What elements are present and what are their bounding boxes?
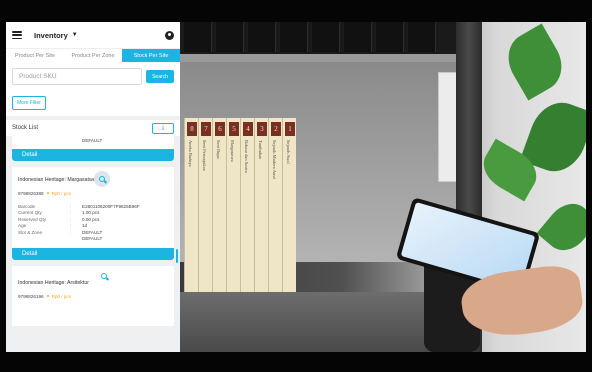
book-spine: 1 Sejarah Awal [282, 118, 296, 298]
kv-value: DEFAULT [82, 236, 103, 241]
book-number: 1 [285, 122, 295, 136]
book-spine: 5 Margasatwa [226, 118, 240, 298]
search-icon[interactable] [96, 268, 112, 284]
video-frame: Inventory ▼ Product Per Site Product Per… [0, 0, 592, 372]
book-title: Seni Rupa [216, 140, 221, 159]
tab-product-per-site[interactable]: Product Per Site [6, 49, 64, 62]
chevron-down-icon[interactable]: ▼ [72, 32, 78, 38]
search-row: Product SKU Search [6, 62, 180, 85]
kv-label [18, 236, 70, 243]
book-number: 3 [257, 122, 267, 136]
stock-card: DEFAULT Detail [12, 136, 174, 161]
tab-product-per-zone[interactable]: Product Per Zone [64, 49, 122, 62]
tab-stock-per-site[interactable]: Stock Per Site [122, 49, 180, 62]
book-spine: 8 Aneka Budaya [184, 118, 198, 298]
kv-row: DEFAULT [12, 236, 174, 243]
sku-price: 9798826196 Rp0 / pcs [12, 294, 174, 299]
book-spine: 2 Sejarah Modern Awal [268, 118, 282, 298]
top-shelf [180, 22, 480, 54]
stock-list-title: Stock List [12, 125, 39, 131]
download-icon[interactable]: ⤓ [152, 122, 174, 134]
more-filter-button[interactable]: More Filter [12, 96, 46, 110]
product-sku-input[interactable]: Product SKU [12, 68, 142, 85]
book-spine: 3 Tumbuhan [254, 118, 268, 298]
book-spine: 4 Bahasa dan Sastra [240, 118, 254, 298]
book-title: Sejarah Modern Awal [272, 140, 277, 180]
book-title: Margasatwa [230, 140, 235, 162]
book-number: 4 [243, 122, 253, 136]
app-title[interactable]: Inventory [34, 31, 68, 40]
book-title: Tumbuhan [258, 140, 263, 160]
dot-icon [46, 192, 49, 194]
search-button[interactable]: Search [146, 70, 174, 83]
book-number: 5 [229, 122, 239, 136]
book-title: Bahasa dan Sastra [244, 140, 249, 173]
stock-list-header: Stock List ⤓ [6, 120, 180, 136]
inventory-app: Inventory ▼ Product Per Site Product Per… [6, 22, 180, 352]
book-number: 8 [187, 122, 197, 136]
book-number: 6 [215, 122, 225, 136]
shelf-board [180, 54, 480, 62]
tab-bar: Product Per Site Product Per Zone Stock … [6, 48, 180, 62]
menu-icon[interactable] [12, 31, 22, 39]
kv-row: DEFAULT [12, 138, 174, 145]
book-number: 2 [271, 122, 281, 136]
item-price: Rp0 / pcs [51, 190, 71, 196]
book-spine: 6 Seni Rupa [212, 118, 226, 298]
book-title: Sejarah Awal [286, 140, 291, 164]
stock-card: Indonesian Heritage: Arsitektur 97988261… [12, 265, 174, 326]
profile-icon[interactable] [165, 30, 174, 40]
detail-button[interactable]: Detail [12, 247, 174, 260]
app-bar: Inventory ▼ [6, 22, 180, 48]
stock-card: Indonesian Heritage: Margasatwa 97988263… [12, 166, 178, 263]
book-spine: 7 Seni Pertunjukan [198, 118, 212, 298]
detail-button[interactable]: Detail [12, 148, 174, 161]
item-sku: 9798826388 [18, 190, 44, 196]
video-scene: 8 Aneka Budaya 7 Seni Pertunjukan 6 Seni Rupa… [180, 22, 586, 352]
kv-value: DEFAULT [82, 138, 103, 143]
book-title: Seni Pertunjukan [202, 140, 207, 171]
search-icon[interactable] [94, 170, 110, 187]
item-price: Rp0 / pcs [51, 293, 71, 299]
video-area: Inventory ▼ Product Per Site Product Per… [6, 22, 586, 352]
filter-row: More Filter [6, 85, 180, 116]
book-number: 7 [201, 122, 211, 136]
book-title: Aneka Budaya [188, 140, 193, 167]
dot-icon [46, 295, 49, 297]
item-name: Indonesian Heritage: Arsitektur [18, 279, 89, 286]
item-sku: 9798826196 [18, 293, 44, 299]
item-name: Indonesian Heritage: Margasatwa [18, 176, 96, 183]
scrollbar-thumb[interactable] [176, 248, 178, 263]
